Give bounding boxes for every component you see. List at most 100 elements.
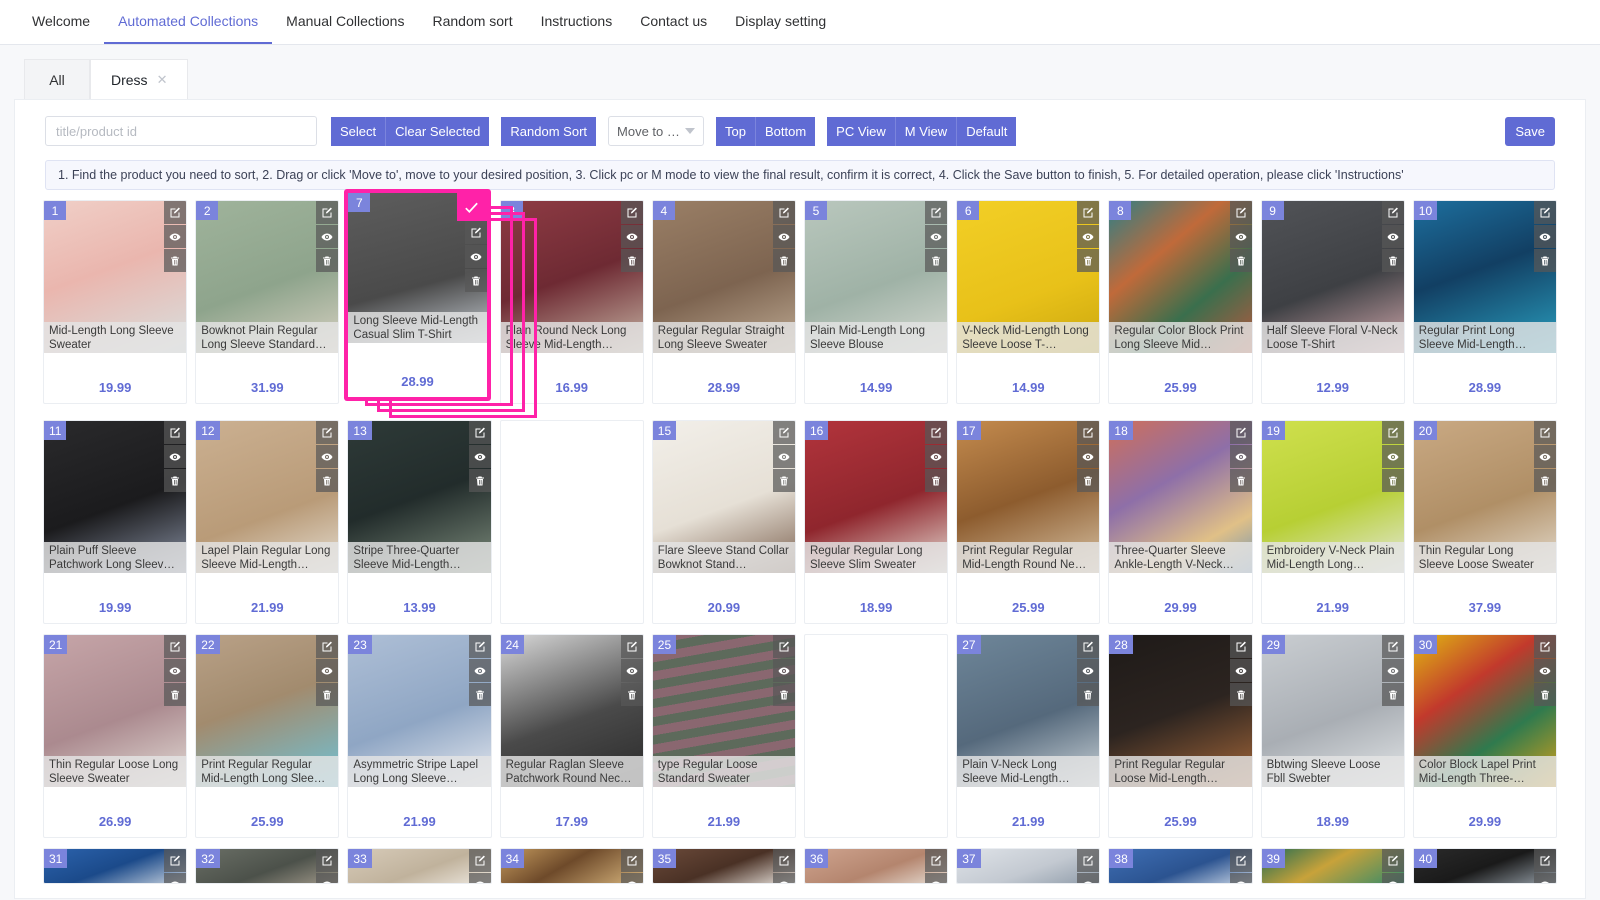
product-card[interactable]: 30 Color Block Lapel Print Mid-Length Thr… [1412,634,1557,838]
preview-icon[interactable] [1077,445,1100,468]
preview-icon[interactable] [772,445,795,468]
search-input[interactable] [45,116,317,146]
top-button[interactable]: Top [716,116,756,146]
product-card[interactable]: 7 Long Sleeve Mid-Length Casual Slim T-Sh… [345,190,490,400]
m-view-button[interactable]: M View [895,116,958,146]
product-card[interactable]: 29 Bbtwing Sleeve Loose Fbll Swebter 18.99 [1260,634,1405,838]
topnav-item-automated-collections[interactable]: Automated Collections [104,0,273,44]
product-card[interactable]: 17 Print Regular Regular Mid-Length Round… [956,420,1101,624]
random-sort-button[interactable]: Random Sort [501,116,597,146]
product-card[interactable]: 1 Mid-Length Long Sleeve Sweater 19.99 [43,200,188,404]
collection-tab-all[interactable]: All [24,59,90,99]
edit-icon[interactable] [772,849,795,872]
preview-icon[interactable] [1381,659,1404,682]
edit-icon[interactable] [164,849,187,872]
edit-icon[interactable] [620,849,643,872]
edit-icon[interactable] [772,201,795,224]
product-card[interactable]: 25 type Regular Loose Standard Sweater 21.… [651,634,796,838]
delete-icon[interactable] [468,683,491,706]
preview-icon[interactable] [1077,225,1100,248]
preview-icon[interactable] [1381,445,1404,468]
product-card[interactable]: 18 Three-Quarter Sleeve Ankle-Length V-Ne… [1108,420,1253,624]
product-card[interactable]: 34 [499,848,644,884]
product-card[interactable]: 21 Thin Regular Loose Long Sleeve Sweater… [43,634,188,838]
preview-icon[interactable] [772,659,795,682]
product-card[interactable]: 39 [1260,848,1405,884]
delete-icon[interactable] [1077,469,1100,492]
preview-icon[interactable] [316,659,339,682]
edit-icon[interactable] [1077,849,1100,872]
product-card[interactable]: 33 [347,848,492,884]
edit-icon[interactable] [772,421,795,444]
preview-icon[interactable] [925,873,948,883]
product-card[interactable]: 22 Print Regular Regular Mid-Length Long … [195,634,340,838]
topnav-item-random-sort[interactable]: Random sort [418,0,526,44]
preview-icon[interactable] [1077,659,1100,682]
edit-icon[interactable] [316,849,339,872]
edit-icon[interactable] [468,635,491,658]
edit-icon[interactable] [620,635,643,658]
edit-icon[interactable] [1381,849,1404,872]
preview-icon[interactable] [1229,873,1252,883]
edit-icon[interactable] [1077,421,1100,444]
delete-icon[interactable] [620,249,643,272]
edit-icon[interactable] [1533,421,1556,444]
edit-icon[interactable] [164,635,187,658]
product-card[interactable]: 9 Half Sleeve Floral V-Neck Loose T-Shirt… [1260,200,1405,404]
preview-icon[interactable] [164,225,187,248]
product-grid[interactable]: 1 Mid-Length Long Sleeve Sweater 19.99 2 Bow… [43,190,1557,838]
edit-icon[interactable] [164,421,187,444]
edit-icon[interactable] [316,201,339,224]
default-view-button[interactable]: Default [957,116,1017,146]
delete-icon[interactable] [1533,249,1556,272]
preview-icon[interactable] [925,445,948,468]
product-grid-partial-row[interactable]: 31 32 33 34 35 36 37 38 39 40 [43,848,1557,884]
pc-view-button[interactable]: PC View [827,116,896,146]
preview-icon[interactable] [1229,659,1252,682]
edit-icon[interactable] [164,201,187,224]
product-card[interactable]: 6 V-Neck Mid-Length Long Sleeve Loose T-…… [956,200,1101,404]
product-card[interactable]: 19 Embroidery V-Neck Plain Mid-Length Lon… [1260,420,1405,624]
edit-icon[interactable] [316,635,339,658]
product-card[interactable]: 8 Regular Color Block Print Long Sleeve M… [1108,200,1253,404]
product-card[interactable]: 13 Stripe Three-Quarter Sleeve Mid-Length… [347,420,492,624]
edit-icon[interactable] [316,421,339,444]
preview-icon[interactable] [316,873,339,883]
product-card[interactable]: 10 Regular Print Long Sleeve Mid-Length… 2… [1412,200,1557,404]
product-card[interactable]: 37 [956,848,1101,884]
edit-icon[interactable] [620,201,643,224]
product-card[interactable]: 11 Plain Puff Sleeve Patchwork Long Sleev… [43,420,188,624]
delete-icon[interactable] [316,249,339,272]
delete-icon[interactable] [1077,249,1100,272]
delete-icon[interactable] [316,683,339,706]
save-button[interactable]: Save [1505,116,1555,146]
edit-icon[interactable] [1229,421,1252,444]
delete-icon[interactable] [1381,469,1404,492]
product-card[interactable]: 20 Thin Regular Long Sleeve Loose Sweater… [1412,420,1557,624]
select-button[interactable]: Select [331,116,387,146]
preview-icon[interactable] [164,659,187,682]
topnav-item-manual-collections[interactable]: Manual Collections [272,0,418,44]
product-card[interactable]: 40 [1412,848,1557,884]
preview-icon[interactable] [468,445,491,468]
product-card[interactable]: 27 Plain V-Neck Long Sleeve Mid-Length… 21… [956,634,1101,838]
edit-icon[interactable] [1381,201,1404,224]
preview-icon[interactable] [1381,873,1404,883]
edit-icon[interactable] [464,221,487,244]
delete-icon[interactable] [316,469,339,492]
preview-icon[interactable] [164,445,187,468]
edit-icon[interactable] [1381,421,1404,444]
topnav-item-display-setting[interactable]: Display setting [721,0,840,44]
delete-icon[interactable] [772,249,795,272]
preview-icon[interactable] [164,873,187,883]
edit-icon[interactable] [1077,201,1100,224]
preview-icon[interactable] [316,225,339,248]
delete-icon[interactable] [925,249,948,272]
product-card[interactable]: 15 Flare Sleeve Stand Collar Bowknot Stan… [651,420,796,624]
delete-icon[interactable] [772,683,795,706]
preview-icon[interactable] [1381,225,1404,248]
edit-icon[interactable] [1229,635,1252,658]
product-card-empty[interactable] [499,420,644,624]
close-icon[interactable]: ✕ [157,73,168,86]
edit-icon[interactable] [468,849,491,872]
